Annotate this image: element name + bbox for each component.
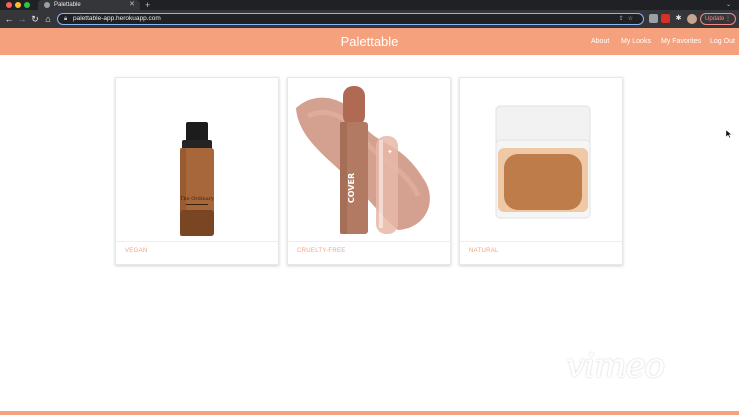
card-label[interactable]: VEGAN bbox=[125, 248, 148, 254]
vimeo-watermark: vimeo bbox=[566, 346, 665, 386]
home-icon[interactable]: ⌂ bbox=[43, 10, 53, 28]
extension-icon-red[interactable] bbox=[661, 14, 670, 23]
extension-icon[interactable] bbox=[649, 14, 658, 23]
puzzle-icon[interactable]: ✱ bbox=[674, 14, 683, 23]
forward-arrow-icon[interactable]: → bbox=[17, 10, 27, 28]
product-card-natural[interactable]: NATURAL bbox=[459, 77, 623, 265]
more-vert-icon: ⋮ bbox=[725, 16, 731, 22]
browser-tabstrip: Palettable ✕ + ⌄ bbox=[0, 0, 739, 10]
nav-link-log-out[interactable]: Log Out bbox=[710, 28, 735, 55]
nav-link-about[interactable]: About bbox=[591, 28, 609, 55]
nav-link-my-favorites[interactable]: My Favorites bbox=[661, 28, 701, 55]
lipstick-brand-text: COVER bbox=[347, 173, 356, 203]
foundation-brand-text: The Ordinary bbox=[180, 196, 214, 202]
profile-avatar[interactable] bbox=[687, 14, 697, 24]
globe-icon bbox=[44, 2, 50, 8]
new-tab-icon[interactable]: + bbox=[145, 0, 150, 10]
update-label: Update bbox=[705, 16, 725, 22]
lock-icon[interactable]: 🔒︎ bbox=[64, 14, 67, 24]
nav-link-my-looks[interactable]: My Looks bbox=[621, 28, 651, 55]
card-divider bbox=[116, 241, 278, 242]
minimize-window-button[interactable] bbox=[15, 2, 21, 8]
tab-title: Palettable bbox=[54, 2, 81, 8]
card-label[interactable]: CRUELTY-FREE bbox=[297, 248, 346, 254]
maximize-window-button[interactable] bbox=[24, 2, 30, 8]
product-card-cruelty-free[interactable]: COVER ✦ CRUELTY-FREE bbox=[287, 77, 451, 265]
browser-toolbar: ← → ↻ ⌂ 🔒︎ palettable-app.herokuapp.com … bbox=[0, 10, 739, 28]
close-tab-icon[interactable]: ✕ bbox=[129, 0, 135, 10]
product-card-vegan[interactable]: The Ordinary VEGAN bbox=[115, 77, 279, 265]
reload-icon[interactable]: ↻ bbox=[30, 10, 40, 28]
browser-tab[interactable]: Palettable ✕ bbox=[38, 0, 140, 10]
svg-text:✦: ✦ bbox=[387, 148, 393, 156]
product-image-lipstick[interactable]: COVER ✦ bbox=[288, 78, 450, 241]
screen: Palettable ✕ + ⌄ ← → ↻ ⌂ 🔒︎ palettable-a… bbox=[0, 0, 739, 415]
card-divider bbox=[460, 241, 622, 242]
close-window-button[interactable] bbox=[6, 2, 12, 8]
address-bar[interactable]: 🔒︎ palettable-app.herokuapp.com ⇪☆ bbox=[57, 13, 644, 25]
card-label[interactable]: NATURAL bbox=[469, 248, 499, 254]
mouse-cursor-icon bbox=[726, 130, 732, 138]
chevron-down-icon[interactable]: ⌄ bbox=[726, 0, 731, 10]
product-image-foundation[interactable]: The Ordinary bbox=[116, 78, 278, 241]
footer-bar bbox=[0, 411, 739, 415]
card-divider bbox=[288, 241, 450, 242]
bookmark-star-icon[interactable]: ⇪☆ bbox=[619, 14, 637, 24]
app-navbar: Palettable About My Looks My Favorites L… bbox=[0, 28, 739, 55]
product-image-compact-powder[interactable] bbox=[460, 78, 622, 241]
back-arrow-icon[interactable]: ← bbox=[4, 10, 14, 28]
update-button[interactable]: Update ⋮ bbox=[700, 13, 736, 25]
url-text[interactable]: palettable-app.herokuapp.com bbox=[73, 14, 161, 24]
